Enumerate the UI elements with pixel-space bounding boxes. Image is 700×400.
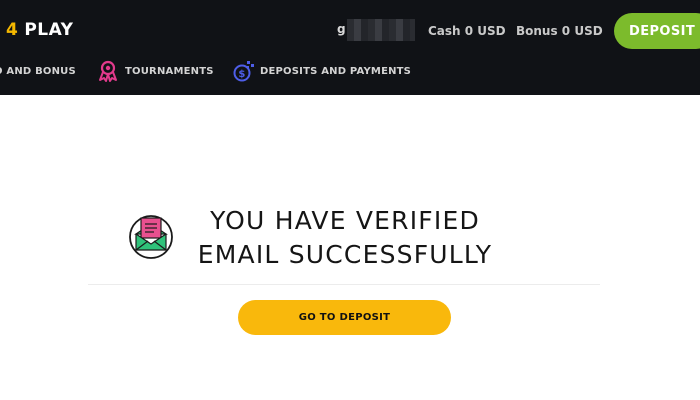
nav-item-promo-and-bonus[interactable]: O AND BONUS bbox=[0, 58, 76, 84]
verification-title: YOU HAVE VERIFIED EMAIL SUCCESSFULLY bbox=[170, 204, 520, 272]
logo-number: 4 bbox=[6, 20, 19, 40]
nav-item-label: O AND BONUS bbox=[0, 65, 76, 77]
deposit-button[interactable]: DEPOSIT bbox=[614, 13, 700, 49]
nav-item-tournaments[interactable]: TOURNAMENTS bbox=[96, 58, 214, 84]
top-header: 4 PLAY g Cash 0 USD Bonus 0 USD DEPOSIT O… bbox=[0, 0, 700, 95]
nav-item-deposits-and-payments[interactable]: $ DEPOSITS AND PAYMENTS bbox=[231, 58, 411, 84]
go-to-deposit-button[interactable]: GO TO DEPOSIT bbox=[238, 300, 451, 335]
nav-item-label: DEPOSITS AND PAYMENTS bbox=[260, 65, 412, 77]
username-blurred bbox=[347, 19, 415, 41]
logo-text: PLAY bbox=[24, 20, 74, 40]
divider bbox=[88, 284, 600, 285]
username[interactable]: g bbox=[337, 22, 346, 36]
coins-icon: $ bbox=[233, 61, 254, 82]
ribbon-icon bbox=[99, 60, 117, 82]
cash-balance: Cash 0 USD bbox=[428, 24, 506, 38]
nav-item-label: TOURNAMENTS bbox=[125, 65, 214, 77]
site-logo[interactable]: 4 PLAY bbox=[6, 20, 73, 44]
email-verified-icon bbox=[129, 215, 173, 259]
svg-text:$: $ bbox=[238, 69, 245, 80]
title-line-2: EMAIL SUCCESSFULLY bbox=[197, 240, 493, 269]
bonus-balance: Bonus 0 USD bbox=[516, 24, 603, 38]
title-line-1: YOU HAVE VERIFIED bbox=[210, 206, 480, 235]
